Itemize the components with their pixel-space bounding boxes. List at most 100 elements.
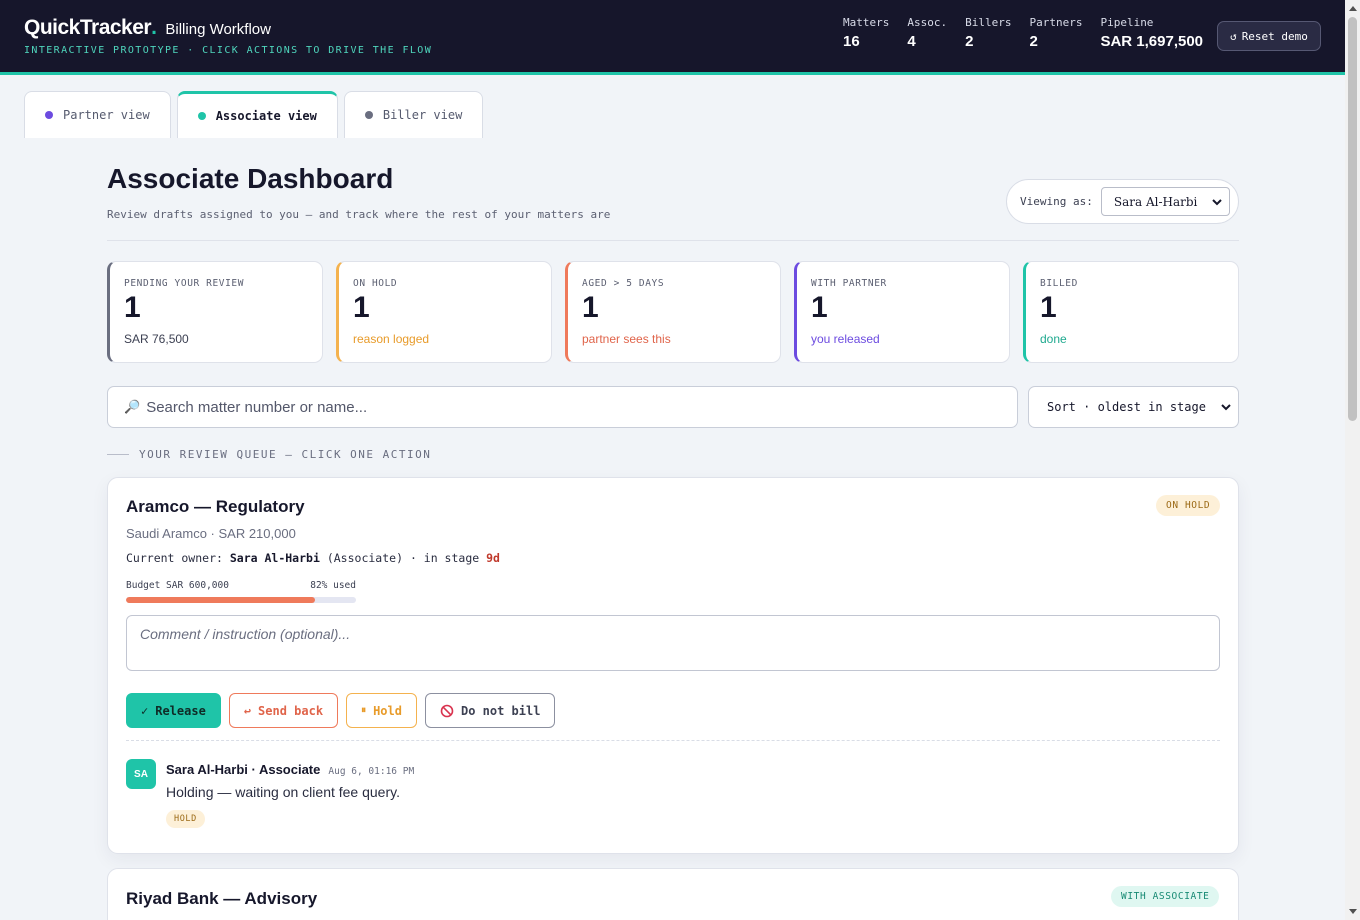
stat-value: 4 — [907, 33, 916, 50]
kpi-value: 1 — [811, 291, 828, 324]
scrollbar-thumb[interactable] — [1348, 17, 1357, 421]
kpi-billed: BILLED 1 done — [1023, 261, 1239, 363]
kpi-label: PENDING YOUR REVIEW — [124, 278, 245, 289]
tab-label: Associate view — [215, 109, 317, 123]
page-subtitle: Review drafts assigned to you — and trac… — [107, 208, 611, 221]
tab-biller-view[interactable]: Biller view — [343, 91, 484, 138]
tab-associate-view[interactable]: Associate view — [176, 91, 338, 138]
scrollbar[interactable] — [1345, 0, 1360, 920]
pause-icon: ⏸ — [361, 705, 367, 716]
budget-row: Budget SAR 600,000 82% used — [126, 580, 356, 591]
check-icon: ✓ — [141, 703, 149, 718]
tab-label: Biller view — [382, 108, 463, 122]
search-input[interactable] — [146, 398, 1007, 416]
owner-prefix: Current owner: — [126, 551, 223, 565]
tab-partner-view[interactable]: Partner view — [24, 91, 171, 138]
action-buttons: ✓ Release ↩ Send back ⏸ Hold Do not bill — [126, 693, 556, 728]
matter-title: Aramco — Regulatory — [126, 497, 305, 516]
kpi-foot: you released — [811, 331, 880, 346]
matter-card: Aramco — Regulatory ON HOLD Saudi Aramco… — [107, 477, 1239, 854]
scroll-down-icon[interactable] — [1349, 909, 1357, 914]
owner-role: (Associate) — [326, 551, 403, 565]
stat-partners: Partners 2 — [1029, 16, 1082, 50]
stat-value: 2 — [1029, 33, 1038, 50]
release-button[interactable]: ✓ Release — [126, 693, 221, 728]
comment-field[interactable] — [126, 615, 1220, 671]
avatar: SA — [126, 759, 156, 789]
kpi-label: AGED > 5 DAYS — [582, 278, 665, 289]
stat-value: SAR 1,697,500 — [1100, 33, 1204, 50]
tab-label: Partner view — [63, 108, 150, 122]
kpi-value: 1 — [124, 291, 141, 324]
sort-select[interactable]: Sort · oldest in stage — [1028, 386, 1239, 428]
send-back-label: Send back — [258, 703, 324, 718]
stat-label: Assoc. — [907, 16, 948, 29]
prohibited-icon — [440, 704, 454, 717]
matter-owner: Current owner: Sara Al-Harbi (Associate)… — [126, 551, 500, 565]
log-author: Sara Al-Harbi · Associate — [166, 762, 321, 777]
budget-label: Budget SAR 600,000 — [126, 580, 229, 591]
scroll-up-icon[interactable] — [1349, 6, 1357, 11]
log-header: Sara Al-Harbi · Associate Aug 6, 01:16 P… — [166, 762, 414, 777]
header-stats: Matters 16 Assoc. 4 Billers 2 Partners 2… — [843, 16, 1221, 50]
viewing-as-select[interactable]: Sara Al-Harbi — [1100, 187, 1230, 216]
queue-section-label: YOUR REVIEW QUEUE — CLICK ONE ACTION — [107, 448, 431, 461]
kpi-label: BILLED — [1040, 278, 1078, 289]
viewing-as-value: Sara Al-Harbi — [1113, 194, 1198, 209]
budget-bar — [126, 597, 356, 603]
search-icon: 🔎 — [124, 399, 141, 414]
kpi-value: 1 — [1040, 291, 1057, 324]
kpi-with-partner: WITH PARTNER 1 you released — [794, 261, 1010, 363]
kpi-pending-review: PENDING YOUR REVIEW 1 SAR 76,500 — [107, 261, 323, 363]
dot-icon — [197, 112, 206, 120]
brand: QuickTracker. Billing Workflow — [24, 16, 271, 40]
kpi-value: 1 — [582, 291, 599, 324]
release-label: Release — [155, 703, 206, 718]
viewing-as-control: Viewing as: Sara Al-Harbi — [1006, 179, 1239, 224]
dot-icon — [364, 111, 373, 119]
hold-button[interactable]: ⏸ Hold — [346, 693, 417, 728]
stat-label: Pipeline — [1100, 16, 1154, 29]
stat-associates: Assoc. 4 — [907, 16, 947, 50]
kpi-foot: done — [1040, 331, 1067, 346]
kpi-value: 1 — [353, 291, 370, 324]
budget-used-label: 82% used — [310, 580, 356, 591]
stat-value: 2 — [965, 33, 974, 50]
stat-label: Partners — [1029, 16, 1083, 29]
stat-matters: Matters 16 — [843, 16, 889, 50]
status-badge: ON HOLD — [1156, 495, 1221, 516]
brand-name: QuickTracker — [24, 16, 152, 39]
matter-title: Riyad Bank — Advisory — [126, 889, 318, 908]
stage-prefix: · in stage — [409, 551, 480, 565]
stat-billers: Billers 2 — [965, 16, 1011, 50]
send-back-button[interactable]: ↩ Send back — [228, 693, 339, 728]
stage-days: 9d — [486, 551, 500, 565]
kpi-foot: reason logged — [353, 331, 430, 346]
top-bar: QuickTracker. Billing Workflow INTERACTI… — [0, 0, 1345, 75]
do-not-bill-button[interactable]: Do not bill — [424, 693, 556, 728]
reset-icon: ↺ — [1230, 29, 1237, 43]
log-timestamp: Aug 6, 01:16 PM — [328, 766, 415, 777]
queue-label: YOUR REVIEW QUEUE — CLICK ONE ACTION — [139, 448, 432, 461]
search-box: 🔎 — [107, 386, 1018, 428]
viewing-as-label: Viewing as: — [1020, 195, 1093, 208]
dot-icon — [45, 111, 53, 119]
kpi-label: WITH PARTNER — [811, 278, 887, 289]
page-title: Associate Dashboard — [107, 163, 394, 194]
sort-value: Sort · oldest in stage — [1047, 400, 1206, 414]
reset-demo-button[interactable]: ↺ Reset demo — [1217, 21, 1321, 51]
chevron-down-icon — [1221, 404, 1231, 411]
kpi-label: ON HOLD — [353, 278, 398, 289]
budget-bar-fill — [126, 597, 315, 603]
section-line — [107, 454, 129, 455]
log-tag: HOLD — [166, 810, 205, 828]
matter-client: Saudi Aramco · SAR 210,000 — [126, 526, 296, 541]
stat-label: Billers — [965, 16, 1012, 29]
do-not-bill-label: Do not bill — [460, 703, 541, 718]
view-tabs: Partner view Associate view Biller view — [24, 91, 484, 138]
chevron-down-icon — [1212, 198, 1222, 205]
kpi-foot: partner sees this — [582, 331, 671, 346]
hold-label: Hold — [373, 703, 402, 718]
owner-name: Sara Al-Harbi — [229, 551, 320, 565]
matter-card: Riyad Bank — Advisory WITH ASSOCIATE — [107, 868, 1239, 920]
